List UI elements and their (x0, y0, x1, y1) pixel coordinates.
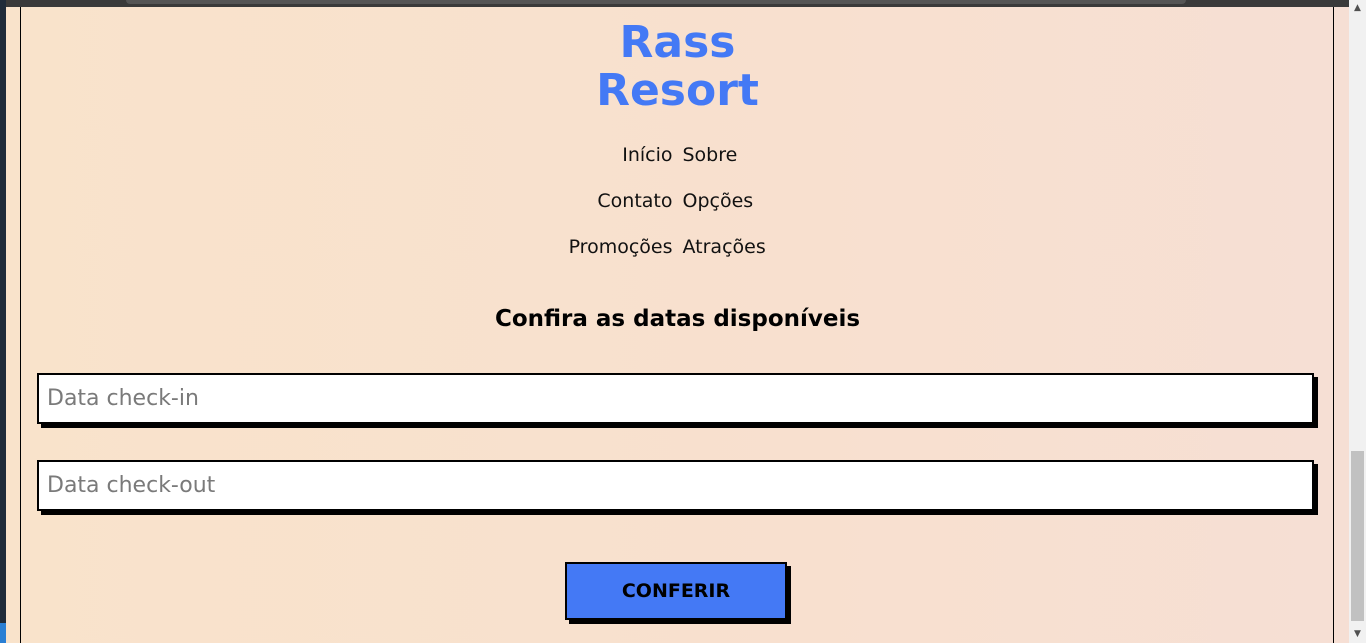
main-nav: Início Sobre Contato Opções Promoções At… (6, 144, 1349, 282)
nav-row: Promoções Atrações (6, 236, 1349, 282)
chevron-down-icon[interactable]: ▼ (1349, 626, 1366, 643)
nav-link-promocoes[interactable]: Promoções (569, 236, 673, 258)
browser-toolbar-edge (126, 0, 1186, 4)
check-availability-button[interactable]: CONFERIR (565, 562, 787, 620)
brand-logo[interactable]: Rass Resort (6, 19, 1349, 115)
nav-link-inicio[interactable]: Início (622, 144, 672, 166)
checkin-input[interactable] (37, 373, 1314, 424)
nav-link-contato[interactable]: Contato (597, 190, 672, 212)
browser-top-edge (6, 0, 1349, 7)
nav-link-sobre[interactable]: Sobre (683, 144, 738, 166)
brand-line-2: Resort (596, 65, 759, 116)
page-content: Rass Resort Início Sobre Contato Opções … (6, 7, 1349, 643)
nav-link-opcoes[interactable]: Opções (683, 190, 754, 212)
chevron-up-icon[interactable]: ▲ (1349, 0, 1366, 17)
browser-viewport: Rass Resort Início Sobre Contato Opções … (0, 0, 1366, 643)
brand-line-1: Rass (619, 17, 736, 68)
nav-row: Contato Opções (6, 190, 1349, 236)
scrollbar-thumb[interactable] (1351, 451, 1364, 621)
availability-heading: Confira as datas disponíveis (494, 306, 861, 332)
nav-link-atracoes[interactable]: Atrações (683, 236, 766, 258)
vertical-scrollbar[interactable]: ▲ ▼ (1349, 0, 1366, 643)
nav-row: Início Sobre (6, 144, 1349, 190)
checkout-input[interactable] (37, 460, 1314, 511)
